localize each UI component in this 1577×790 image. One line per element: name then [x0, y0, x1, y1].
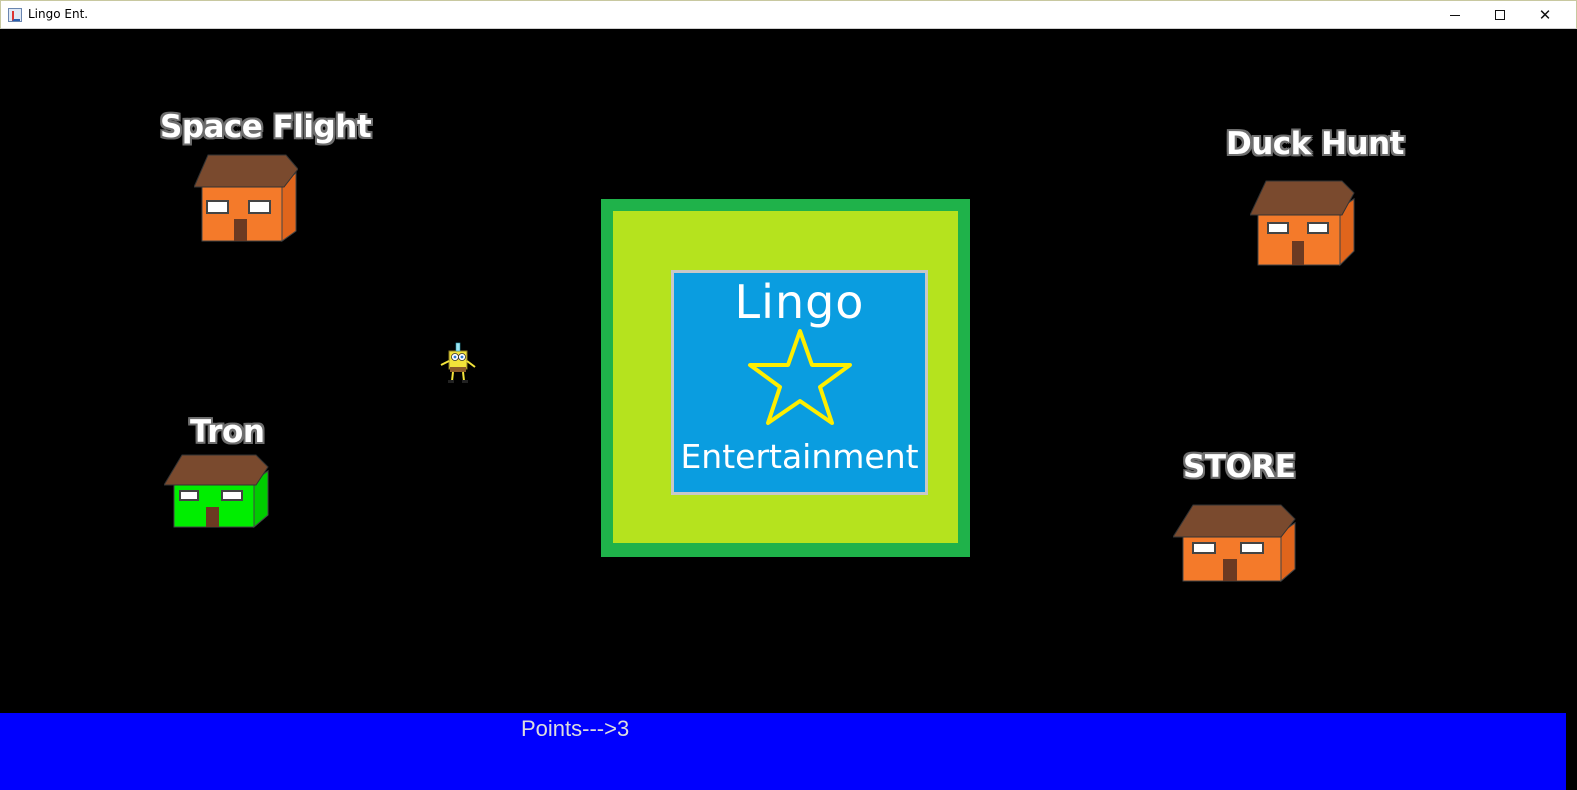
points-counter: Points--->3	[521, 716, 630, 741]
maximize-button[interactable]	[1477, 1, 1523, 29]
tron-house[interactable]	[164, 453, 270, 529]
minimize-icon	[1450, 15, 1460, 16]
duck-hunt-house[interactable]	[1250, 179, 1356, 267]
maximize-icon	[1495, 10, 1505, 20]
logo-subtitle: Entertainment	[680, 437, 919, 476]
space-flight-label: Space Flight	[160, 109, 372, 145]
logo-panel: Lingo Entertainment	[671, 270, 928, 495]
app-icon	[8, 8, 22, 22]
game-stage[interactable]: Space Flight Duck Hunt Tron STORE Lingo …	[0, 29, 1568, 713]
close-icon: ✕	[1538, 6, 1552, 24]
window-border	[1566, 29, 1577, 790]
tron-label: Tron	[190, 414, 265, 450]
minimize-button[interactable]	[1432, 1, 1478, 29]
status-bar: Points--->3	[0, 713, 1566, 790]
duck-hunt-label: Duck Hunt	[1226, 126, 1405, 162]
space-flight-house[interactable]	[194, 153, 298, 247]
lingo-logo: Lingo Entertainment	[601, 199, 970, 557]
window-title: Lingo Ent.	[28, 7, 89, 21]
store-label: STORE	[1183, 449, 1296, 485]
star-icon	[748, 329, 852, 425]
close-button[interactable]: ✕	[1522, 1, 1568, 29]
logo-title: Lingo	[734, 275, 865, 329]
window-titlebar: Lingo Ent. ✕	[0, 0, 1577, 29]
player-character	[440, 342, 476, 383]
store-house[interactable]	[1173, 503, 1297, 583]
logo-frame: Lingo Entertainment	[613, 211, 958, 543]
